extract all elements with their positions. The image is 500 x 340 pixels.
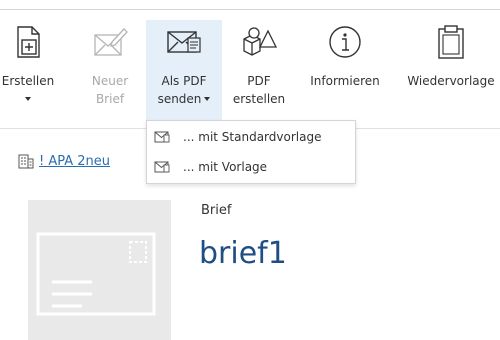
email-attachment-icon bbox=[165, 23, 203, 61]
clipboard-icon bbox=[432, 23, 470, 61]
neuer-brief-button[interactable]: Neuer Brief bbox=[88, 20, 132, 120]
document-title: brief1 bbox=[199, 236, 287, 271]
chevron-down-icon bbox=[204, 96, 211, 101]
chevron-down-icon bbox=[24, 96, 31, 101]
neuer-brief-label: Neuer Brief bbox=[91, 74, 129, 106]
pdf-senden-dropdown: ... mit Standardvorlage ... mit Vorlage bbox=[146, 120, 356, 184]
menu-item-label: ... mit Standardvorlage bbox=[183, 130, 322, 144]
pdf-erstellen-label: PDF erstellen bbox=[232, 74, 286, 106]
email-attachment-icon bbox=[153, 160, 171, 174]
als-pdf-senden-button[interactable]: Als PDF senden bbox=[146, 20, 222, 120]
letter-icon bbox=[36, 232, 156, 316]
informieren-button[interactable]: Informieren bbox=[302, 20, 388, 120]
email-attachment-icon bbox=[153, 130, 171, 144]
info-icon bbox=[326, 23, 364, 61]
wiedervorlage-label: Wiedervorlage bbox=[407, 74, 495, 88]
document-thumbnail[interactable] bbox=[28, 200, 171, 340]
erstellen-label: Erstellen bbox=[2, 72, 54, 108]
letter-edit-icon bbox=[91, 23, 129, 61]
als-pdf-senden-label: Als PDF senden bbox=[158, 72, 211, 108]
wiedervorlage-button[interactable]: Wiedervorlage bbox=[402, 20, 500, 120]
breadcrumb: ! APA 2neu bbox=[17, 152, 110, 170]
menu-item-standardvorlage[interactable]: ... mit Standardvorlage bbox=[147, 125, 355, 149]
erstellen-button[interactable]: Erstellen bbox=[0, 20, 56, 120]
informieren-label: Informieren bbox=[310, 74, 380, 88]
breadcrumb-link[interactable]: ! APA 2neu bbox=[39, 154, 110, 169]
menu-item-label: ... mit Vorlage bbox=[183, 160, 268, 174]
shapes-icon bbox=[240, 23, 278, 61]
app-page: Erstellen Neuer Brief Als PDF senden PDF… bbox=[0, 0, 500, 340]
new-document-icon bbox=[9, 23, 47, 61]
top-divider bbox=[0, 9, 500, 10]
building-icon bbox=[17, 152, 35, 170]
menu-item-vorlage[interactable]: ... mit Vorlage bbox=[147, 155, 355, 179]
document-type: Brief bbox=[201, 203, 232, 218]
pdf-erstellen-button[interactable]: PDF erstellen bbox=[228, 20, 290, 120]
